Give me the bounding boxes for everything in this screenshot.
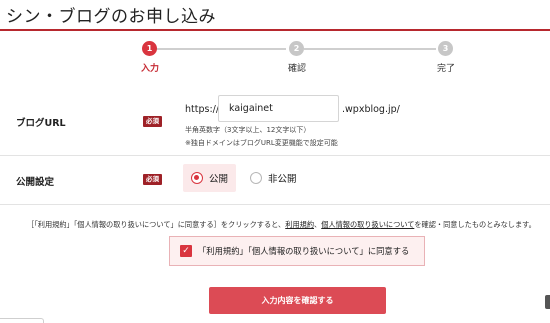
step-1-indicator: 1	[142, 41, 157, 56]
scroll-handle[interactable]	[545, 295, 550, 309]
radio-public[interactable]: 公開	[183, 164, 236, 192]
footer-button-peek	[0, 318, 44, 323]
agreement-text-before: ［「利用規約」「個人情報の取り扱いについて」に同意する］をクリックすると、	[27, 220, 286, 229]
page-title: シン・ブログのお申し込み	[6, 7, 216, 27]
radio-private[interactable]: 非公開	[242, 164, 302, 192]
step-connector	[304, 48, 436, 50]
agreement-notice: ［「利用規約」「個人情報の取り扱いについて」に同意する］をクリックすると、利用規…	[27, 220, 536, 230]
blog-url-input[interactable]	[218, 95, 339, 122]
row-divider	[0, 204, 550, 205]
step-3-indicator: 3	[438, 41, 453, 56]
url-prefix: https://	[185, 104, 220, 115]
agreement-text-after: を確認・同意したものとみなします。	[414, 220, 536, 229]
required-badge: 必須	[143, 116, 162, 127]
required-badge: 必須	[143, 174, 162, 185]
url-suffix: .wpxblog.jp/	[342, 104, 400, 115]
step-connector	[156, 48, 286, 50]
visibility-label: 公開設定	[16, 177, 55, 188]
radio-public-label: 公開	[209, 174, 229, 185]
url-hint: 半角英数字（3文字以上、12文字以下）	[185, 126, 311, 134]
step-1-label: 入力	[141, 64, 160, 74]
radio-selected-icon	[191, 172, 203, 184]
agree-checkbox-field[interactable]: ✓ 「利用規約」「個人情報の取り扱いについて」に同意する	[169, 236, 425, 266]
title-underline	[0, 29, 550, 31]
progress-stepper: 1 入力 2 確認 3 完了	[0, 40, 550, 80]
step-3-label: 完了	[437, 64, 456, 74]
url-domain-note: ※独自ドメインはブログURL変更機能で設定可能	[185, 139, 338, 147]
radio-unselected-icon	[250, 172, 262, 184]
privacy-link[interactable]: 個人情報の取り扱いについて	[321, 220, 414, 229]
blog-url-label: ブログURL	[16, 118, 66, 129]
terms-link[interactable]: 利用規約	[285, 220, 314, 229]
checkbox-checked-icon[interactable]: ✓	[180, 245, 192, 257]
step-2-label: 確認	[288, 64, 307, 74]
blog-url-row: ブログURL 必須 https:// .wpxblog.jp/ 半角英数字（3文…	[0, 89, 550, 155]
step-2-indicator: 2	[289, 41, 304, 56]
radio-private-label: 非公開	[268, 174, 297, 185]
visibility-row: 公開設定 必須 公開 非公開	[0, 156, 550, 204]
confirm-input-button[interactable]: 入力内容を確認する	[209, 287, 386, 314]
agree-checkbox-label: 「利用規約」「個人情報の取り扱いについて」に同意する	[198, 246, 410, 256]
